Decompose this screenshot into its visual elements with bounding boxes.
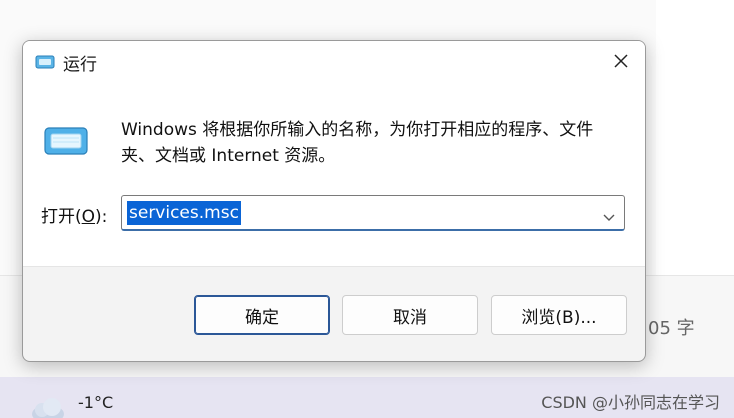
open-label: 打开(O):	[41, 207, 108, 227]
cancel-button[interactable]: 取消	[342, 295, 478, 335]
open-input[interactable]: services.msc	[127, 201, 241, 225]
title-bar[interactable]: 运行	[23, 41, 645, 83]
browse-button[interactable]: 浏览(B)...	[491, 295, 627, 335]
close-icon	[614, 53, 628, 72]
cloud-icon[interactable]	[28, 396, 68, 418]
run-app-icon	[43, 125, 89, 157]
run-dialog: 运行 Windows 将根据你所输入的名称，为你打开相应的程序、文件夹、文档或 …	[22, 40, 646, 362]
dialog-content: Windows 将根据你所输入的名称，为你打开相应的程序、文件夹、文档或 Int…	[23, 83, 645, 267]
word-count-text: 05 字	[648, 318, 695, 339]
background-window-edge	[656, 0, 734, 275]
run-app-icon	[35, 54, 55, 69]
open-label-access-key: O	[81, 207, 96, 227]
watermark-text: CSDN @小孙同志在学习	[541, 393, 720, 412]
weather-temperature[interactable]: -1°C	[78, 393, 113, 412]
open-combobox[interactable]: services.msc	[121, 195, 625, 231]
dialog-description: Windows 将根据你所输入的名称，为你打开相应的程序、文件夹、文档或 Int…	[121, 120, 594, 166]
window-title: 运行	[63, 55, 97, 75]
desktop-background: 05 字 -1°C CSDN @小孙同志在学习 运行 Windows 将根据你所…	[0, 0, 734, 418]
close-button[interactable]	[603, 47, 639, 77]
ok-button[interactable]: 确定	[194, 295, 330, 335]
chevron-down-icon[interactable]	[602, 207, 616, 221]
